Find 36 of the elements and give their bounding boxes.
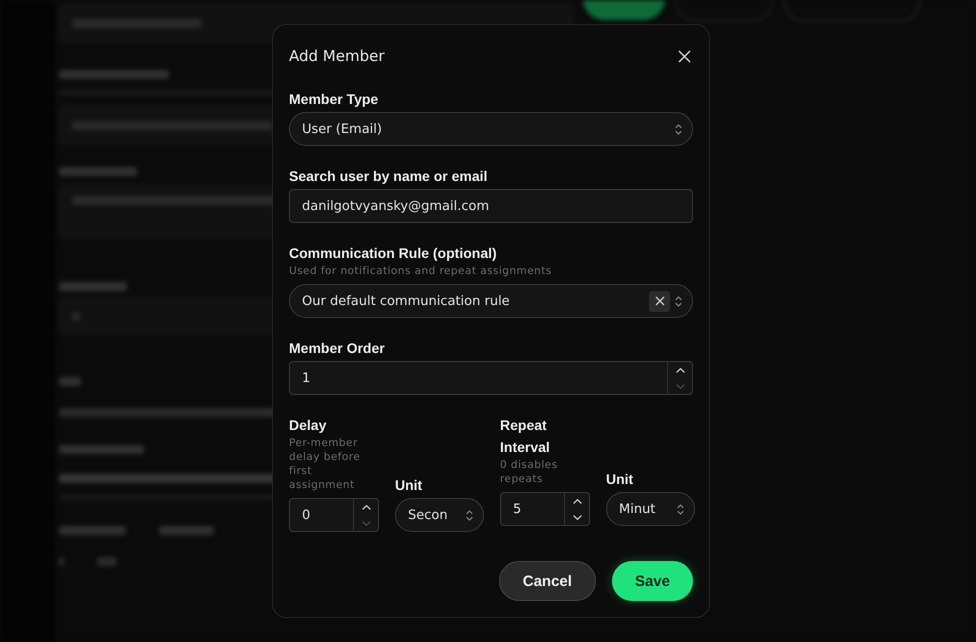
select-field[interactable]: Our default communication rule (289, 284, 693, 318)
number-field[interactable]: 1 (289, 361, 693, 395)
chevron-down-icon (362, 520, 370, 526)
close-icon (678, 50, 691, 62)
text-field[interactable]: danilgotvyansky@gmail.com (289, 189, 693, 223)
chevron-down-icon (676, 384, 684, 388)
field-label: Member Order (289, 339, 386, 358)
help-text: 0 disables repeats (500, 458, 559, 486)
chevron-updown-icon (675, 124, 682, 134)
chevron-down-icon (572, 514, 582, 520)
select-field[interactable]: Secon (395, 498, 484, 532)
field-label: Delay (289, 416, 328, 435)
close-button[interactable] (678, 50, 691, 62)
field-label: Unit (395, 476, 424, 495)
chevron-up-icon (362, 504, 370, 510)
select-field[interactable]: User (Email) (289, 112, 693, 146)
save-button[interactable]: Save (612, 561, 693, 601)
clear-button[interactable] (649, 290, 670, 312)
x-icon (654, 296, 664, 306)
number-field[interactable]: 0 (289, 498, 379, 532)
field-label: Repeat Interval (500, 416, 551, 457)
help-text: Per-member delay before first assignment (289, 436, 362, 492)
cancel-button[interactable]: Cancel (498, 561, 596, 601)
chevron-updown-icon (466, 510, 473, 520)
select-field[interactable]: Minut (606, 492, 695, 526)
field-label: Unit (606, 470, 634, 489)
number-field[interactable]: 5 (500, 492, 590, 526)
chevron-up-icon (676, 368, 684, 372)
field-label: Search user by name or email (289, 167, 488, 186)
chevron-updown-icon (675, 296, 682, 306)
field-label: Member Type (289, 90, 380, 109)
chevron-updown-icon (677, 504, 684, 514)
chevron-up-icon (572, 498, 582, 504)
help-text: Used for notifications and repeat assignments (289, 264, 553, 278)
dialog-title: Add Member (289, 46, 385, 66)
field-label: Communication Rule (optional) (289, 244, 498, 263)
